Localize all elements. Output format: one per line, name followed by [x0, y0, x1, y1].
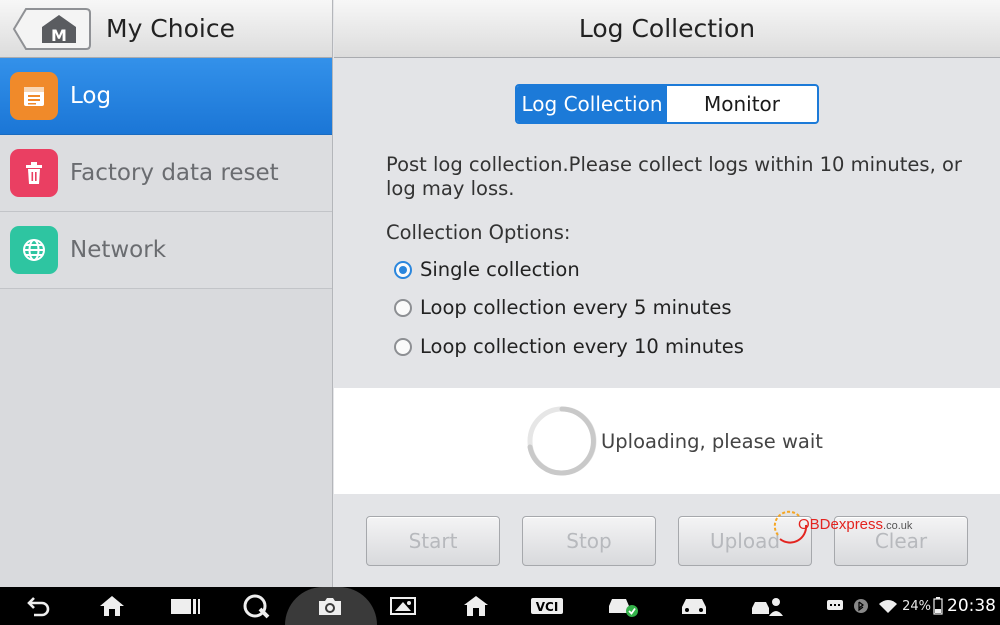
system-navigation-bar: VCI 24% 20:38	[0, 587, 1000, 625]
loading-spinner-icon	[527, 406, 597, 476]
menu-label-factory-reset: Factory data reset	[70, 160, 279, 186]
vci-icon[interactable]: VCI	[529, 594, 565, 618]
browser-icon[interactable]	[241, 594, 271, 619]
chat-icon	[827, 600, 844, 610]
stop-button[interactable]: Stop	[522, 516, 656, 566]
wifi-icon	[879, 600, 898, 613]
menu-item-log[interactable]: Log	[0, 58, 332, 135]
clock: 20:38	[947, 596, 996, 616]
option-label: Loop collection every 10 minutes	[420, 335, 744, 358]
remote-expert-icon[interactable]	[750, 594, 784, 618]
camera-icon[interactable]	[315, 594, 345, 618]
menu-item-network[interactable]: Network	[0, 212, 332, 289]
display-brightness-icon[interactable]	[388, 594, 418, 618]
home-icon[interactable]	[97, 594, 127, 618]
recents-icon[interactable]	[168, 594, 202, 618]
menu-label-log: Log	[70, 83, 112, 109]
upload-button[interactable]: Upload	[678, 516, 812, 566]
option-single-collection[interactable]: Single collection	[394, 258, 580, 281]
back-icon[interactable]	[24, 594, 54, 618]
home-button[interactable]: M	[12, 7, 92, 51]
left-title: My Choice	[106, 14, 235, 43]
home-m-icon: M	[12, 7, 91, 50]
option-label: Single collection	[420, 258, 580, 281]
menu-label-network: Network	[70, 237, 167, 263]
radio-unchecked-icon[interactable]	[394, 337, 412, 356]
tab-monitor[interactable]: Monitor	[667, 86, 817, 122]
tab-log-collection[interactable]: Log Collection	[517, 86, 667, 122]
option-loop-5-minutes[interactable]: Loop collection every 5 minutes	[394, 296, 732, 319]
collection-options-title: Collection Options:	[386, 221, 571, 244]
vci-label: VCI	[536, 600, 559, 614]
page-title: Log Collection	[578, 14, 756, 43]
vehicle-check-icon[interactable]	[606, 594, 640, 618]
left-pane: M My Choice Log Factory data reset Netwo…	[0, 0, 333, 587]
status-area: 24% 20:38	[826, 596, 996, 616]
clear-button[interactable]: Clear	[834, 516, 968, 566]
car-icon[interactable]	[678, 594, 710, 618]
option-label: Loop collection every 5 minutes	[420, 296, 732, 319]
option-loop-10-minutes[interactable]: Loop collection every 10 minutes	[394, 335, 744, 358]
start-button[interactable]: Start	[366, 516, 500, 566]
progress-panel: Uploading, please wait	[334, 388, 1000, 494]
notice-text: Post log collection.Please collect logs …	[386, 153, 962, 200]
svg-text:M: M	[51, 26, 67, 45]
battery-percent: 24%	[902, 598, 931, 614]
right-header: Log Collection	[334, 0, 1000, 58]
trash-icon	[10, 149, 58, 197]
radio-checked-icon[interactable]	[394, 260, 412, 279]
menu-item-factory-reset[interactable]: Factory data reset	[0, 135, 332, 212]
right-pane: Log Collection Log Collection Monitor Po…	[334, 0, 1000, 587]
log-icon	[10, 72, 58, 120]
bluetooth-icon	[854, 599, 869, 613]
battery-icon	[933, 597, 943, 615]
globe-icon	[10, 226, 58, 274]
segmented-control: Log Collection Monitor	[515, 84, 819, 124]
radio-unchecked-icon[interactable]	[394, 298, 412, 317]
left-header: M My Choice	[0, 0, 332, 58]
shop-icon[interactable]	[461, 594, 491, 618]
progress-text: Uploading, please wait	[601, 430, 823, 453]
